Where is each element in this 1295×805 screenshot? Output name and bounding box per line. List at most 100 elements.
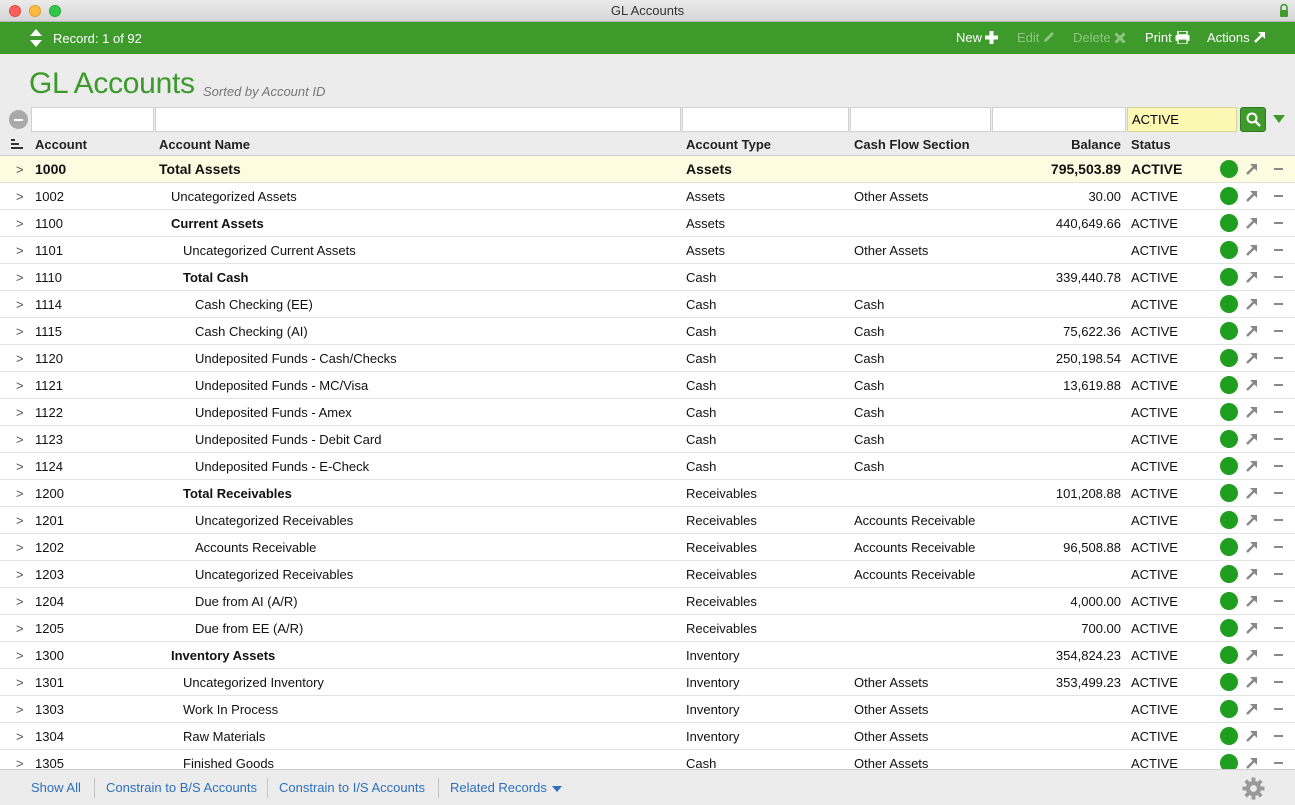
filter-account-type-input[interactable] (682, 107, 849, 132)
expand-row-icon[interactable]: > (16, 297, 24, 312)
filter-balance-input[interactable] (992, 107, 1126, 132)
expand-row-icon[interactable]: > (16, 486, 24, 501)
table-row[interactable]: >1305 Finished Goods Cash Other Assets ACTIV… (0, 750, 1295, 769)
open-record-icon[interactable] (1245, 648, 1259, 662)
expand-row-icon[interactable]: > (16, 378, 24, 393)
table-row[interactable]: >1202 Accounts Receivable Receivables Accou… (0, 534, 1295, 561)
expand-row-icon[interactable]: > (16, 702, 24, 717)
row-remove-icon[interactable] (1274, 600, 1283, 602)
filter-account-name-input[interactable] (155, 107, 681, 132)
row-remove-icon[interactable] (1274, 762, 1283, 764)
table-row[interactable]: >1200 Total Receivables Receivables 101,208… (0, 480, 1295, 507)
table-row[interactable]: >1123 Undeposited Funds - Debit Card Cash C… (0, 426, 1295, 453)
window-minimize-button[interactable] (29, 5, 41, 17)
row-remove-icon[interactable] (1274, 330, 1283, 332)
row-remove-icon[interactable] (1274, 654, 1283, 656)
table-row[interactable]: >1002 Uncategorized Assets Assets Other Ass… (0, 183, 1295, 210)
filter-dropdown-icon[interactable] (1273, 115, 1285, 123)
row-remove-icon[interactable] (1274, 627, 1283, 629)
open-record-icon[interactable] (1245, 432, 1259, 446)
open-record-icon[interactable] (1245, 378, 1259, 392)
open-record-icon[interactable] (1245, 729, 1259, 743)
open-record-icon[interactable] (1245, 351, 1259, 365)
open-record-icon[interactable] (1245, 405, 1259, 419)
column-header-account[interactable]: Account (35, 137, 87, 152)
open-record-icon[interactable] (1245, 675, 1259, 689)
open-record-icon[interactable] (1245, 540, 1259, 554)
table-row[interactable]: >1122 Undeposited Funds - Amex Cash Cash ACT… (0, 399, 1295, 426)
row-remove-icon[interactable] (1274, 708, 1283, 710)
column-header-balance[interactable]: Balance (1071, 137, 1121, 152)
open-record-icon[interactable] (1245, 594, 1259, 608)
related-records-link[interactable]: Related Records (450, 780, 547, 795)
show-all-link[interactable]: Show All (31, 780, 81, 795)
row-remove-icon[interactable] (1274, 168, 1283, 170)
column-header-status[interactable]: Status (1131, 137, 1171, 152)
row-remove-icon[interactable] (1274, 222, 1283, 224)
expand-row-icon[interactable]: > (16, 351, 24, 366)
table-row[interactable]: >1204 Due from AI (A/R) Receivables 4,000.0… (0, 588, 1295, 615)
expand-row-icon[interactable]: > (16, 567, 24, 582)
row-remove-icon[interactable] (1274, 384, 1283, 386)
row-remove-icon[interactable] (1274, 303, 1283, 305)
open-record-icon[interactable] (1245, 459, 1259, 473)
open-record-icon[interactable] (1245, 243, 1259, 257)
expand-row-icon[interactable]: > (16, 432, 24, 447)
column-header-cash-flow-section[interactable]: Cash Flow Section (854, 137, 970, 152)
gear-icon[interactable] (1242, 777, 1265, 800)
open-record-icon[interactable] (1245, 756, 1259, 769)
open-record-icon[interactable] (1245, 486, 1259, 500)
table-row[interactable]: >1124 Undeposited Funds - E-Check Cash Cash… (0, 453, 1295, 480)
table-row[interactable]: >1110 Total Cash Cash 339,440.78 ACTIVE (0, 264, 1295, 291)
open-record-icon[interactable] (1245, 297, 1259, 311)
table-row[interactable]: >1301 Uncategorized Inventory Inventory Oth… (0, 669, 1295, 696)
filter-cash-flow-input[interactable] (850, 107, 991, 132)
open-record-icon[interactable] (1245, 513, 1259, 527)
row-remove-icon[interactable] (1274, 573, 1283, 575)
row-remove-icon[interactable] (1274, 492, 1283, 494)
expand-row-icon[interactable]: > (16, 729, 24, 744)
constrain-is-link[interactable]: Constrain to I/S Accounts (279, 780, 425, 795)
row-remove-icon[interactable] (1274, 546, 1283, 548)
open-record-icon[interactable] (1245, 162, 1259, 176)
table-row[interactable]: >1101 Uncategorized Current Assets Assets O… (0, 237, 1295, 264)
row-remove-icon[interactable] (1274, 411, 1283, 413)
table-row[interactable]: >1201 Uncategorized Receivables Receivable… (0, 507, 1295, 534)
expand-row-icon[interactable]: > (16, 621, 24, 636)
open-record-icon[interactable] (1245, 567, 1259, 581)
window-close-button[interactable] (9, 5, 21, 17)
row-remove-icon[interactable] (1274, 465, 1283, 467)
related-records-caret-icon[interactable] (552, 786, 562, 792)
remove-filter-icon[interactable] (9, 110, 28, 129)
expand-row-icon[interactable]: > (16, 324, 24, 339)
print-button[interactable]: Print (1145, 30, 1190, 45)
row-remove-icon[interactable] (1274, 519, 1283, 521)
open-record-icon[interactable] (1245, 621, 1259, 635)
open-record-icon[interactable] (1245, 216, 1259, 230)
open-record-icon[interactable] (1245, 324, 1259, 338)
open-record-icon[interactable] (1245, 702, 1259, 716)
row-remove-icon[interactable] (1274, 735, 1283, 737)
expand-row-icon[interactable]: > (16, 216, 24, 231)
edit-button[interactable]: Edit (1017, 30, 1055, 45)
table-row[interactable]: >1115 Cash Checking (AI) Cash Cash 75,622.36… (0, 318, 1295, 345)
row-remove-icon[interactable] (1274, 681, 1283, 683)
row-remove-icon[interactable] (1274, 438, 1283, 440)
table-row[interactable]: >1120 Undeposited Funds - Cash/Checks Cash… (0, 345, 1295, 372)
actions-button[interactable]: Actions (1207, 30, 1266, 45)
table-row[interactable]: >1203 Uncategorized Receivables Receivable… (0, 561, 1295, 588)
expand-row-icon[interactable]: > (16, 459, 24, 474)
filter-status-input[interactable] (1127, 107, 1237, 132)
search-button[interactable] (1240, 107, 1266, 132)
table-row[interactable]: >1304 Raw Materials Inventory Other Assets A… (0, 723, 1295, 750)
column-header-account-name[interactable]: Account Name (159, 137, 250, 152)
table-row[interactable]: >1300 Inventory Assets Inventory 354,824.23… (0, 642, 1295, 669)
expand-row-icon[interactable]: > (16, 189, 24, 204)
table-row[interactable]: >1100 Current Assets Assets 440,649.66 ACTIV… (0, 210, 1295, 237)
open-record-icon[interactable] (1245, 189, 1259, 203)
row-remove-icon[interactable] (1274, 249, 1283, 251)
expand-row-icon[interactable]: > (16, 540, 24, 555)
delete-button[interactable]: Delete (1073, 30, 1126, 45)
row-remove-icon[interactable] (1274, 276, 1283, 278)
expand-row-icon[interactable]: > (16, 594, 24, 609)
